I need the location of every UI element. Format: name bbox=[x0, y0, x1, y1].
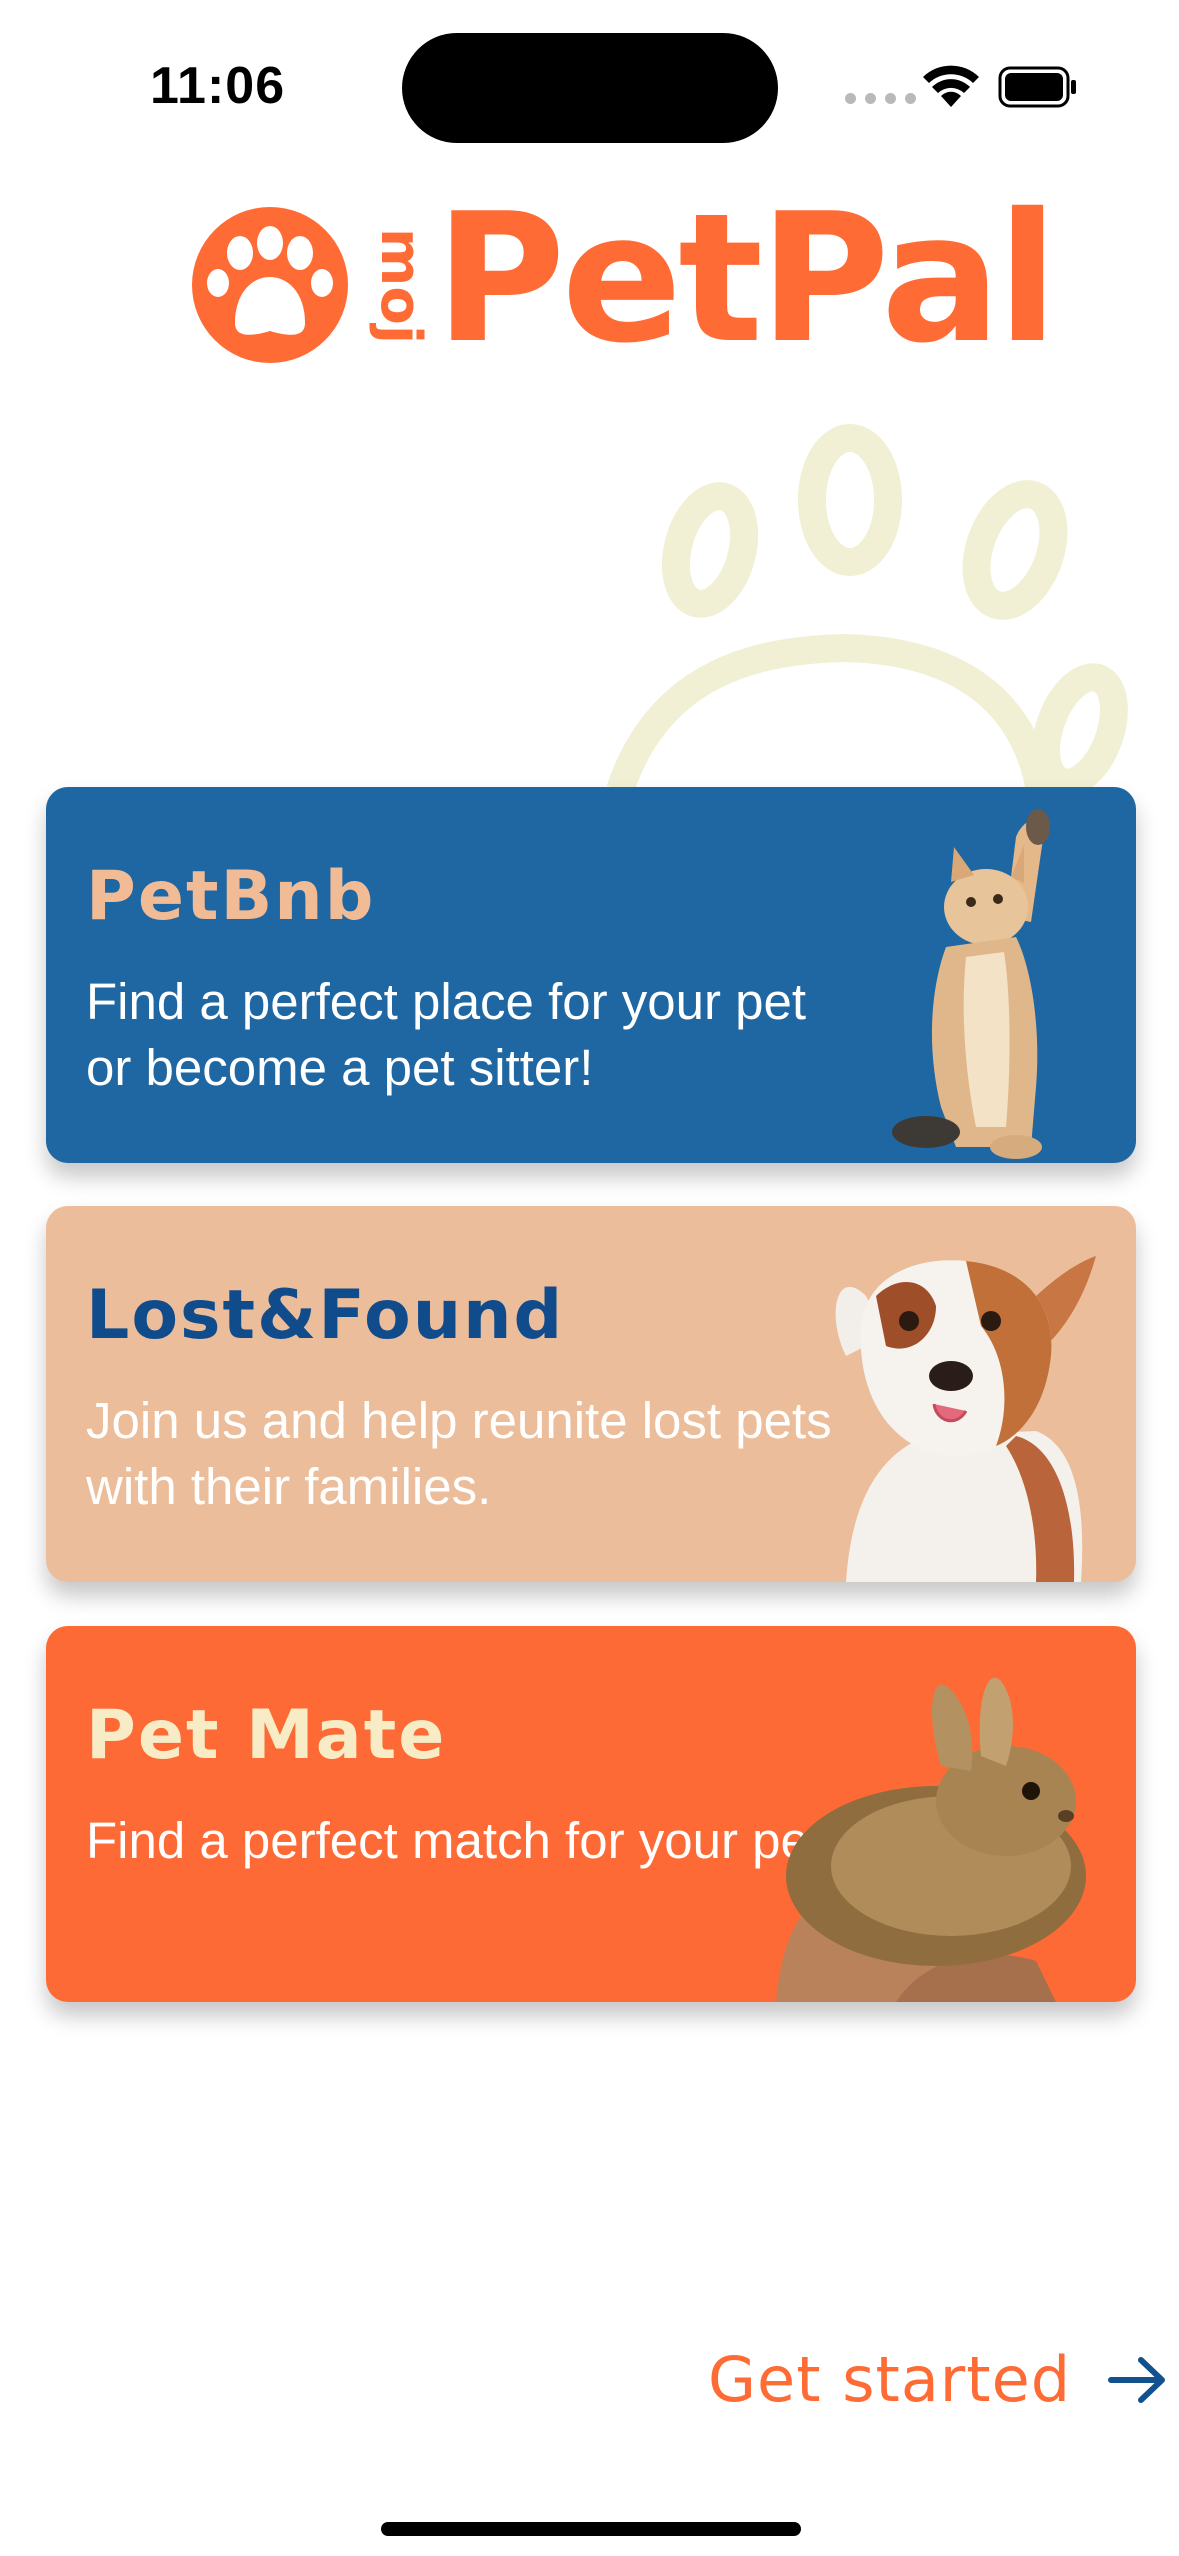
paw-logo-icon bbox=[192, 207, 348, 363]
bunny-image bbox=[776, 1677, 1086, 2002]
cellular-signal-icon bbox=[845, 93, 916, 104]
get-started-button[interactable]: Get started bbox=[708, 2343, 1167, 2416]
decorative-paw-icon bbox=[606, 424, 1128, 790]
dog-image bbox=[835, 1256, 1096, 1582]
card-pet-mate[interactable]: Pet Mate Find a perfect match for your p… bbox=[46, 1626, 1136, 2002]
wifi-icon bbox=[923, 65, 979, 107]
get-started-label: Get started bbox=[708, 2343, 1072, 2416]
cat-image bbox=[892, 809, 1050, 1159]
logo-prefix: moj bbox=[368, 228, 433, 345]
card-description: Find a perfect place for your pet or bec… bbox=[86, 973, 807, 1096]
app-logo: moj PetPal bbox=[190, 190, 1058, 370]
card-lost-and-found[interactable]: Lost&Found Join us and help reunite lost… bbox=[46, 1206, 1136, 1582]
card-description: Join us and help reunite lost pets with … bbox=[86, 1392, 832, 1515]
card-petbnb[interactable]: PetBnb Find a perfect place for your pet… bbox=[46, 787, 1136, 1163]
card-title: Pet Mate bbox=[86, 1696, 447, 1775]
arrow-right-icon bbox=[1108, 2356, 1166, 2403]
card-title: Lost&Found bbox=[86, 1276, 565, 1355]
card-title: PetBnb bbox=[86, 857, 376, 936]
dynamic-island bbox=[402, 33, 778, 143]
battery-icon bbox=[998, 66, 1076, 108]
home-indicator[interactable] bbox=[381, 2522, 801, 2536]
card-description: Find a perfect match for your pet! bbox=[86, 1812, 838, 1869]
logo-wordmark: PetPal bbox=[435, 175, 1058, 382]
status-time: 11:06 bbox=[150, 57, 286, 115]
